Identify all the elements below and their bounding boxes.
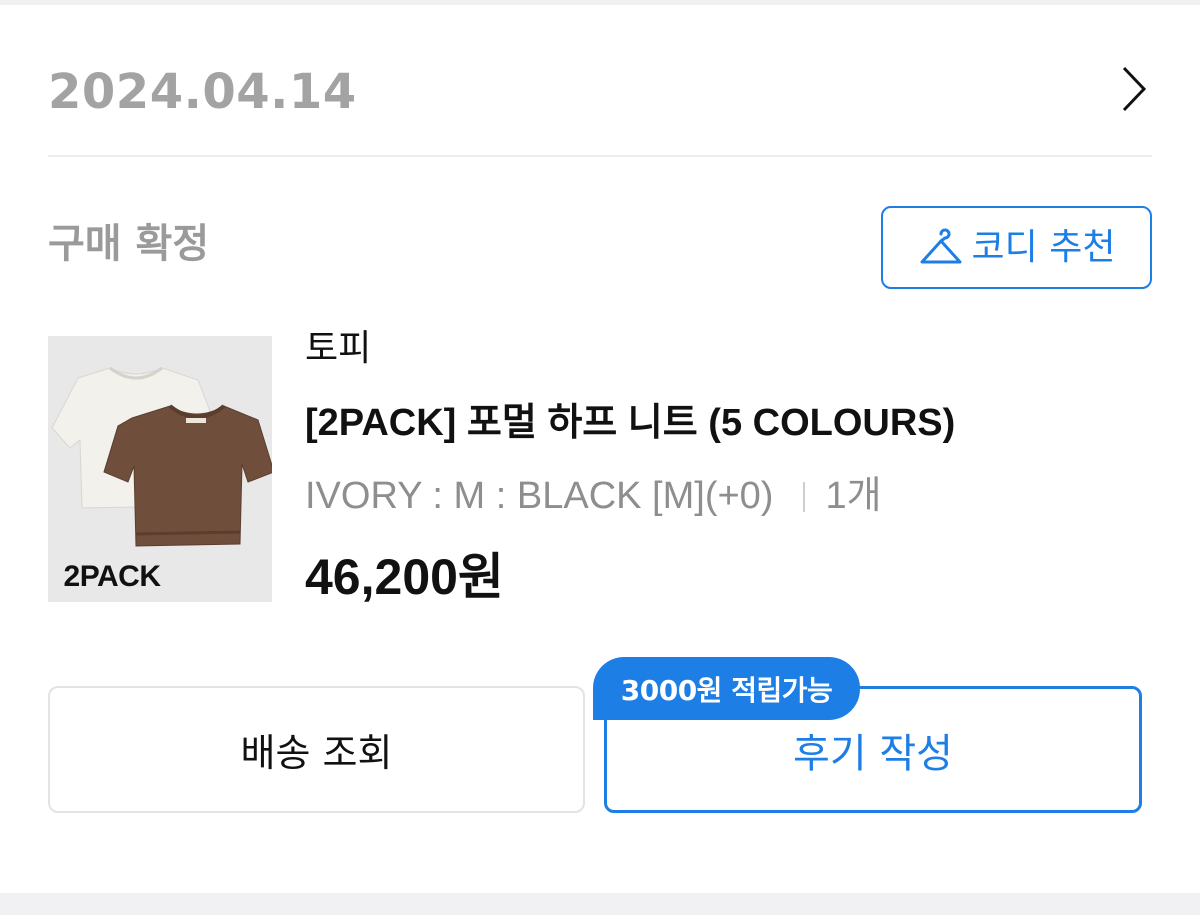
product-name[interactable]: [2PACK] 포멀 하프 니트 (5 COLOURS) xyxy=(305,398,955,448)
codi-recommend-button[interactable]: 코디 추천 xyxy=(881,206,1152,289)
track-delivery-button[interactable]: 배송 조회 xyxy=(48,686,585,813)
product-brand[interactable]: 토피 xyxy=(305,325,371,373)
codi-recommend-label: 코디 추천 xyxy=(971,226,1116,268)
option-separator xyxy=(803,482,806,512)
product-quantity: 1개 xyxy=(825,475,882,517)
chevron-right-icon[interactable] xyxy=(1114,64,1154,114)
bottom-divider-strip xyxy=(0,893,1200,915)
product-option-line: IVORY : M : BLACK [M](+0) 1개 xyxy=(305,471,882,521)
product-price: 46,200원 xyxy=(305,549,504,605)
review-reward-badge: 3000원 적립가능 xyxy=(593,657,860,720)
product-option: IVORY : M : BLACK [M](+0) xyxy=(305,475,774,517)
track-delivery-label: 배송 조회 xyxy=(240,731,393,775)
order-date: 2024.04.14 xyxy=(48,64,357,120)
write-review-label: 후기 작성 xyxy=(793,730,953,777)
thumbnail-pack-label: 2PACK xyxy=(63,560,161,593)
order-status: 구매 확정 xyxy=(48,221,210,267)
hanger-icon xyxy=(920,228,962,263)
header-divider xyxy=(48,155,1152,157)
